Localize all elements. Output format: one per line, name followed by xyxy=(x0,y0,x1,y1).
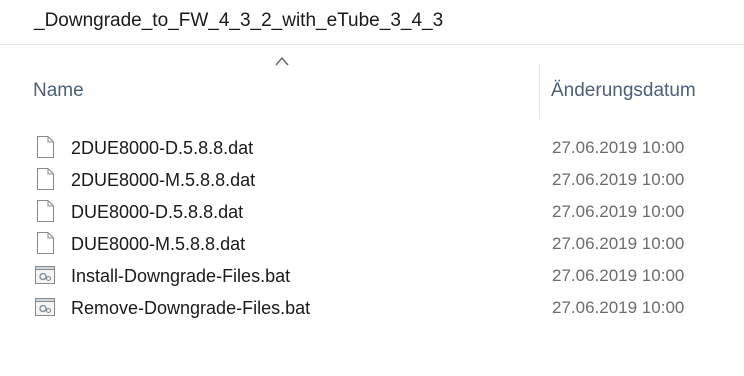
file-modified: 27.06.2019 10:00 xyxy=(552,170,685,189)
file-name: DUE8000-D.5.8.8.dat xyxy=(71,202,244,222)
file-row[interactable]: DUE8000-M.5.8.8.dat 27.06.2019 10:00 xyxy=(0,228,744,260)
file-row[interactable]: 2DUE8000-M.5.8.8.dat 27.06.2019 10:00 xyxy=(0,164,744,196)
file-name: Install-Downgrade-Files.bat xyxy=(71,266,291,286)
column-header-modified[interactable]: Änderungsdatum xyxy=(540,50,744,118)
file-modified: 27.06.2019 10:00 xyxy=(552,138,685,157)
file-name: DUE8000-M.5.8.8.dat xyxy=(71,234,246,254)
column-header-name[interactable]: Name xyxy=(0,50,540,118)
column-header: Name Änderungsdatum xyxy=(0,50,744,118)
sort-ascending-icon xyxy=(275,56,289,66)
file-icon xyxy=(37,168,54,190)
file-icon xyxy=(37,136,54,158)
file-row[interactable]: 2DUE8000-D.5.8.8.dat 27.06.2019 10:00 xyxy=(0,132,744,164)
file-name: Remove-Downgrade-Files.bat xyxy=(71,298,311,318)
file-icon xyxy=(37,232,54,254)
file-name: 2DUE8000-D.5.8.8.dat xyxy=(71,138,254,158)
breadcrumb-folder[interactable]: _Downgrade_to_FW_4_3_2_with_eTube_3_4_3 xyxy=(34,10,443,32)
file-row[interactable]: Remove-Downgrade-Files.bat 27.06.2019 10… xyxy=(0,292,744,324)
file-modified: 27.06.2019 10:00 xyxy=(552,234,685,253)
column-modified-label: Änderungsdatum xyxy=(551,80,696,101)
file-modified: 27.06.2019 10:00 xyxy=(552,202,685,221)
file-modified: 27.06.2019 10:00 xyxy=(552,298,685,317)
file-modified: 27.06.2019 10:00 xyxy=(552,266,685,285)
address-bar[interactable]: _Downgrade_to_FW_4_3_2_with_eTube_3_4_3 xyxy=(0,0,744,45)
column-name-label: Name xyxy=(33,80,84,101)
file-name: 2DUE8000-M.5.8.8.dat xyxy=(71,170,256,190)
batch-file-icon xyxy=(35,266,55,284)
batch-file-icon xyxy=(35,298,55,316)
file-icon xyxy=(37,200,54,222)
file-row[interactable]: DUE8000-D.5.8.8.dat 27.06.2019 10:00 xyxy=(0,196,744,228)
file-row[interactable]: Install-Downgrade-Files.bat 27.06.2019 1… xyxy=(0,260,744,292)
